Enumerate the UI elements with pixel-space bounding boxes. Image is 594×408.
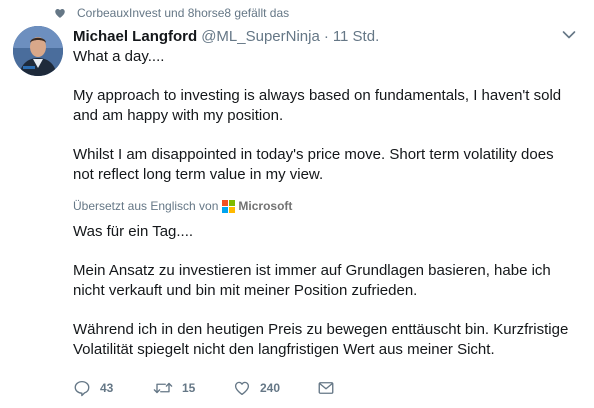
retweet-count: 15 [182, 381, 196, 395]
timestamp[interactable]: 11 Std. [333, 28, 379, 45]
envelope-icon [318, 382, 334, 394]
like-icon [234, 381, 250, 396]
reply-icon [74, 380, 90, 397]
tweet-paragraph: Whilst I am disappointed in today's pric… [73, 146, 554, 183]
translated-paragraph: Was für ein Tag.... [73, 223, 194, 240]
heart-icon [55, 9, 65, 18]
reply-button[interactable]: 43 [73, 379, 153, 397]
avatar[interactable] [13, 26, 63, 76]
liked-by-text[interactable]: CorbeauxInvest und 8horse8 gefällt das [77, 6, 289, 20]
retweet-icon [153, 382, 173, 394]
tweet[interactable]: CorbeauxInvest und 8horse8 gefällt das M… [0, 0, 594, 408]
retweet-button[interactable]: 15 [153, 379, 233, 397]
tweet-actions: 43 15 240 [73, 378, 335, 398]
separator-dot: · [323, 27, 329, 45]
author-name[interactable]: Michael Langford [73, 28, 197, 45]
chevron-down-icon[interactable] [562, 30, 576, 40]
direct-message-button[interactable] [317, 379, 335, 397]
tweet-header: Michael Langford @ML_SuperNinja · 11 Std… [73, 26, 379, 46]
translation-attribution: Übersetzt aus Englisch von Microsoft [73, 198, 292, 214]
translated-paragraph: Während ich in den heutigen Preis zu bew… [73, 321, 569, 358]
tweet-text: What a day.... My approach to investing … [73, 47, 578, 204]
translated-label: Übersetzt aus Englisch von [73, 199, 219, 213]
microsoft-logo-icon [222, 199, 236, 213]
translator-name[interactable]: Microsoft [238, 199, 292, 213]
reply-count: 43 [100, 381, 114, 395]
author-handle[interactable]: @ML_SuperNinja [201, 28, 320, 45]
tweet-paragraph: My approach to investing is always based… [73, 87, 562, 124]
translated-text: Was für ein Tag.... Mein Ansatz zu inves… [73, 222, 578, 379]
like-button[interactable]: 240 [233, 379, 317, 397]
like-count: 240 [260, 381, 281, 395]
translated-paragraph: Mein Ansatz zu investieren ist immer auf… [73, 262, 551, 299]
social-context: CorbeauxInvest und 8horse8 gefällt das [54, 5, 289, 21]
avatar-image [13, 26, 63, 76]
tweet-paragraph: What a day.... [73, 48, 165, 65]
